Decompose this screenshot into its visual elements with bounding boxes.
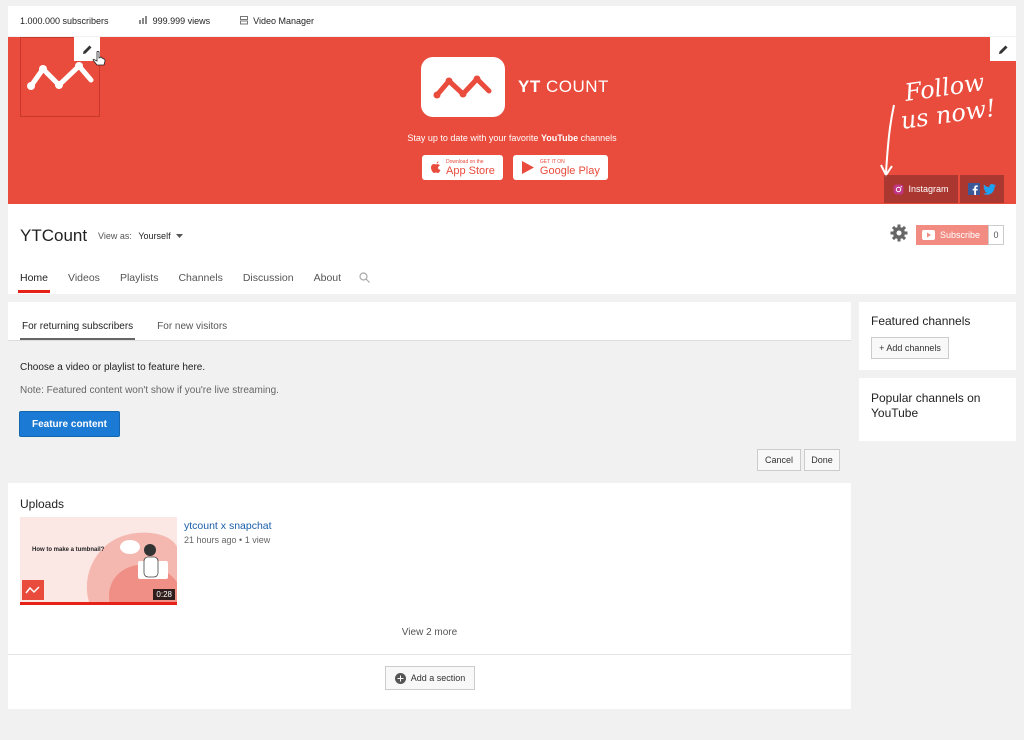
store-badges: Download on the App Store GET IT ON Goog… [422, 155, 608, 180]
subscriber-count-badge: 0 [988, 225, 1005, 245]
feature-content-button[interactable]: Feature content [19, 411, 120, 437]
video-thumbnail[interactable]: How to make a tumbnail? 0:28 [20, 517, 177, 605]
google-play-label: Google Play [539, 164, 600, 177]
channel-title: YTCount [20, 226, 88, 245]
feature-note: Note: Featured content won't show if you… [20, 385, 279, 396]
instagram-label: Instagram [908, 184, 949, 194]
facebook-twitter-links [960, 175, 1004, 203]
thumbnail-caption: How to make a tumbnail? [32, 547, 105, 553]
video-meta: 21 hours ago • 1 view [184, 535, 271, 545]
instagram-icon [893, 184, 904, 194]
pencil-icon [998, 45, 1007, 54]
add-section-label: Add a section [410, 673, 466, 683]
channel-stats-bar: 1.000.000 subscribers 999.999 views Vide… [8, 6, 1016, 36]
cancel-button[interactable]: Cancel [757, 449, 801, 471]
plus-circle-icon [394, 672, 406, 684]
follow-us-text: Follow us now! [880, 68, 1010, 188]
banner-brand-name: YT COUNT [518, 77, 609, 96]
youtube-play-icon [922, 230, 935, 240]
tab-returning-subscribers[interactable]: For returning subscribers [20, 321, 136, 340]
featured-audience-tabs: For returning subscribers For new visito… [8, 302, 851, 340]
main-content: For returning subscribers For new visito… [8, 302, 851, 709]
uploads-heading: Uploads [20, 497, 65, 511]
instagram-link[interactable]: Instagram [884, 175, 958, 203]
tab-channels[interactable]: Channels [178, 272, 222, 294]
tab-discussion[interactable]: Discussion [243, 272, 294, 294]
pencil-icon [82, 45, 91, 54]
add-section-button[interactable]: Add a section [385, 666, 475, 690]
tab-home[interactable]: Home [17, 272, 51, 294]
channel-search-icon[interactable] [359, 272, 370, 294]
twitter-icon[interactable] [983, 183, 996, 195]
banner-edit-button[interactable] [990, 37, 1016, 61]
tab-about[interactable]: About [314, 272, 341, 294]
hand-cursor-icon [92, 50, 106, 72]
view-as-selector[interactable]: View as: Yourself [98, 231, 184, 241]
subscribers-count: 1.000.000 subscribers [20, 16, 109, 26]
social-links: Instagram [884, 175, 1004, 203]
facebook-icon[interactable] [968, 183, 980, 195]
subscribe-widget: Subscribe 0 [916, 225, 1005, 245]
video-manager-icon [240, 15, 249, 27]
channel-watermark-icon [22, 580, 44, 600]
banner-tagline: Stay up to date with your favorite YouTu… [407, 133, 617, 143]
feature-instruction: Choose a video or playlist to feature he… [20, 362, 206, 373]
channel-banner: YT COUNT Stay up to date with your favor… [8, 37, 1016, 204]
views-stat: 999.999 views [138, 16, 211, 26]
subscribers-stat: 1.000.000 subscribers [20, 16, 109, 26]
featured-channels-card: Featured channels + Add channels [859, 302, 1016, 370]
view-more-link[interactable]: View 2 more [8, 627, 851, 638]
play-store-icon [521, 161, 534, 174]
banner-logo [421, 57, 505, 117]
video-manager-label: Video Manager [253, 16, 314, 26]
add-channels-button[interactable]: + Add channels [871, 337, 949, 359]
caret-down-icon [176, 234, 184, 238]
featured-channels-heading: Featured channels [871, 314, 971, 328]
tab-new-visitors[interactable]: For new visitors [155, 321, 229, 340]
app-store-badge[interactable]: Download on the App Store [422, 155, 503, 180]
bar-chart-icon [138, 16, 148, 26]
trend-line-icon [433, 75, 492, 99]
channel-header: YTCount View as: Yourself Subscribe 0 Ho… [8, 204, 1016, 294]
popular-channels-card: Popular channels on YouTube [859, 378, 1016, 441]
video-manager-link[interactable]: Video Manager [240, 15, 314, 27]
tab-videos[interactable]: Videos [68, 272, 100, 294]
settings-gear-icon[interactable] [890, 224, 908, 247]
subscribe-button[interactable]: Subscribe [916, 225, 989, 245]
video-title-link[interactable]: ytcount x snapchat [184, 520, 272, 532]
tab-playlists[interactable]: Playlists [120, 272, 159, 294]
views-count: 999.999 views [152, 16, 211, 26]
featured-content-panel: Choose a video or playlist to feature he… [8, 340, 851, 483]
channel-tabs: Home Videos Playlists Channels Discussio… [17, 272, 370, 294]
app-store-label: App Store [446, 164, 495, 177]
section-divider [8, 654, 851, 655]
google-play-badge[interactable]: GET IT ON Google Play [512, 155, 608, 180]
popular-channels-heading: Popular channels on YouTube [871, 391, 981, 420]
video-duration: 0:28 [153, 589, 175, 600]
subscribe-label: Subscribe [940, 230, 981, 240]
apple-icon [431, 161, 441, 173]
view-as-value: Yourself [138, 231, 171, 241]
done-button[interactable]: Done [804, 449, 840, 471]
view-as-label: View as: [98, 231, 132, 241]
